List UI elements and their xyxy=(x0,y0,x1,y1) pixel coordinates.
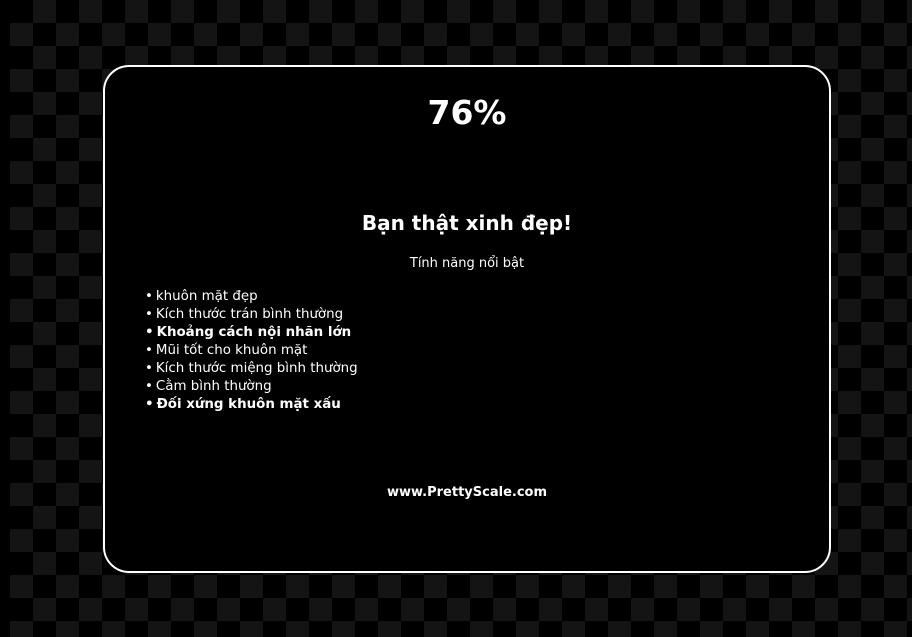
feature-text: Kích thước trán bình thường xyxy=(155,307,344,322)
feature-text: Đối xứng khuôn mặt xấu xyxy=(156,397,341,412)
feature-list: • khuôn mặt đẹp • Kích thước trán bình thư… xyxy=(145,288,358,414)
bullet-icon: • xyxy=(145,379,153,394)
feature-item: • Mũi tốt cho khuôn mặt xyxy=(145,342,358,360)
beauty-score: 76% xyxy=(427,93,507,132)
bullet-icon: • xyxy=(145,397,154,412)
bullet-icon: • xyxy=(145,343,153,358)
website-link[interactable]: www.PrettyScale.com xyxy=(105,485,829,500)
bullet-icon: • xyxy=(145,325,154,340)
feature-item: • Cằm bình thường xyxy=(145,378,358,396)
result-headline: Bạn thật xinh đẹp! xyxy=(361,211,573,235)
feature-text: khuôn mặt đẹp xyxy=(155,289,258,304)
feature-text: Mũi tốt cho khuôn mặt xyxy=(155,343,308,358)
feature-item: • Kích thước trán bình thường xyxy=(145,306,358,324)
bullet-icon: • xyxy=(145,307,153,322)
feature-item: • Kích thước miệng bình thường xyxy=(145,360,358,378)
result-card: 76% Bạn thật xinh đẹp! Tính năng nổi bật… xyxy=(103,65,831,573)
bullet-icon: • xyxy=(145,361,153,376)
feature-text: Kích thước miệng bình thường xyxy=(155,361,358,376)
feature-text: Khoảng cách nội nhãn lớn xyxy=(156,325,352,340)
bullet-icon: • xyxy=(145,289,153,304)
feature-item: • Đối xứng khuôn mặt xấu xyxy=(145,396,358,414)
feature-item: • Khoảng cách nội nhãn lớn xyxy=(145,324,358,342)
feature-text: Cằm bình thường xyxy=(155,379,272,394)
feature-item: • khuôn mặt đẹp xyxy=(145,288,358,306)
features-heading: Tính năng nổi bật xyxy=(409,256,525,271)
